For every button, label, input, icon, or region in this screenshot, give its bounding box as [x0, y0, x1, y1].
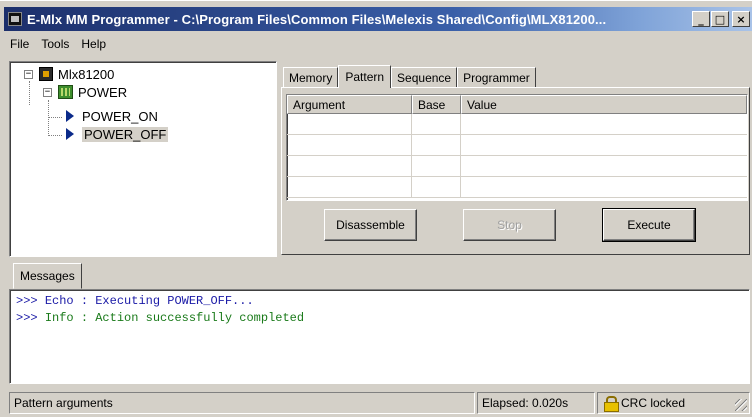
tree-connector: [48, 100, 49, 136]
lock-icon: [604, 396, 619, 412]
column-header-argument[interactable]: Argument: [287, 95, 412, 114]
caption-buttons: _ □ ×: [692, 11, 750, 27]
table-cell[interactable]: [461, 135, 747, 155]
table-cell[interactable]: [412, 114, 461, 134]
column-header-value[interactable]: Value: [461, 95, 747, 114]
tree-node-power[interactable]: − POWER: [43, 83, 127, 101]
log-separator: :: [80, 311, 89, 325]
play-icon: [66, 110, 74, 122]
status-crc: CRC locked: [597, 392, 750, 414]
table-cell[interactable]: [287, 156, 412, 176]
table-row[interactable]: [287, 135, 747, 156]
chip-icon: [39, 67, 53, 81]
app-window: E-Mlx MM Programmer - C:\Program Files\C…: [0, 0, 752, 417]
tree-connector: [48, 135, 62, 136]
tree-connector: [29, 81, 30, 105]
log-line: >>> Info : Action successfully completed: [16, 311, 743, 328]
execute-button[interactable]: Execute: [602, 208, 696, 242]
log-text: Action successfully completed: [95, 311, 305, 325]
table-cell[interactable]: [412, 135, 461, 155]
tab-strip: Memory Pattern Sequence Programmer: [283, 65, 536, 88]
tree-node-label: POWER_OFF: [82, 126, 169, 142]
table-cell[interactable]: [412, 177, 461, 197]
menu-help[interactable]: Help: [75, 37, 112, 51]
tree-connector: [48, 117, 62, 118]
app-icon[interactable]: [8, 12, 22, 26]
tree-node-root[interactable]: − Mlx81200: [24, 65, 114, 83]
log-prefix: >>>: [16, 311, 38, 325]
tree-node-label: POWER: [78, 84, 128, 100]
log-kind: Info: [44, 311, 74, 325]
messages-log[interactable]: >>> Echo : Executing POWER_OFF... >>> In…: [9, 289, 750, 384]
table-cell[interactable]: [287, 114, 412, 134]
stop-button[interactable]: Stop: [463, 209, 556, 241]
play-icon: [66, 128, 74, 140]
disassemble-button[interactable]: Disassemble: [324, 209, 417, 241]
tab-pattern[interactable]: Pattern: [338, 65, 392, 88]
window-title: E-Mlx MM Programmer - C:\Program Files\C…: [27, 11, 607, 27]
pattern-tree[interactable]: − Mlx81200 − POWER POWER_ON POWER_OFF: [9, 61, 277, 257]
log-line: >>> Echo : Executing POWER_OFF...: [16, 294, 743, 311]
table-cell[interactable]: [461, 177, 747, 197]
table-row[interactable]: [287, 114, 747, 135]
status-elapsed: Elapsed: 0.020s: [477, 392, 595, 414]
collapse-icon[interactable]: −: [24, 69, 33, 79]
log-kind: Echo: [44, 294, 74, 308]
tab-sequence[interactable]: Sequence: [391, 67, 458, 87]
tab-programmer[interactable]: Programmer: [457, 67, 536, 87]
status-crc-label: CRC locked: [621, 396, 686, 410]
tree-node-power-on[interactable]: POWER_ON: [62, 107, 158, 125]
table-cell[interactable]: [287, 177, 412, 197]
column-header-base[interactable]: Base: [412, 95, 461, 114]
table-cell[interactable]: [461, 156, 747, 176]
log-prefix: >>>: [16, 294, 38, 308]
argument-table[interactable]: Argument Base Value: [286, 94, 748, 201]
status-hint: Pattern arguments: [9, 392, 475, 414]
tree-node-power-off[interactable]: POWER_OFF: [62, 125, 169, 143]
menu-bar: File Tools Help: [4, 34, 112, 54]
collapse-icon[interactable]: −: [43, 87, 52, 97]
maximize-button[interactable]: □: [711, 11, 729, 27]
log-text: Executing POWER_OFF...: [95, 294, 254, 308]
table-cell[interactable]: [287, 135, 412, 155]
title-bar[interactable]: E-Mlx MM Programmer - C:\Program Files\C…: [4, 7, 752, 31]
table-row[interactable]: [287, 177, 747, 198]
tree-node-label: POWER_ON: [82, 108, 158, 124]
tree-node-label: Mlx81200: [58, 66, 115, 82]
table-cell[interactable]: [412, 156, 461, 176]
close-button[interactable]: ×: [732, 11, 750, 27]
table-cell[interactable]: [461, 114, 747, 134]
table-row[interactable]: [287, 156, 747, 177]
status-bar: Pattern arguments Elapsed: 0.020s CRC lo…: [0, 392, 752, 416]
board-icon: [58, 85, 73, 99]
table-header: Argument Base Value: [287, 95, 747, 114]
tab-memory[interactable]: Memory: [283, 67, 339, 87]
resize-grip-icon[interactable]: [735, 399, 747, 411]
menu-tools[interactable]: Tools: [35, 37, 75, 51]
minimize-button[interactable]: _: [692, 11, 710, 27]
log-separator: :: [80, 294, 89, 308]
tab-messages[interactable]: Messages: [13, 263, 82, 289]
menu-file[interactable]: File: [4, 37, 35, 51]
